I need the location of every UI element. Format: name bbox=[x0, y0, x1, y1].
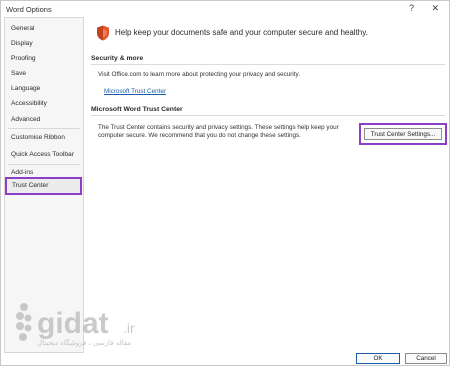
sidebar-item-general[interactable]: General bbox=[11, 25, 34, 32]
sidebar-item-accessibility[interactable]: Accessibility bbox=[11, 100, 47, 107]
sidebar-divider bbox=[8, 164, 80, 165]
sidebar-item-customise-ribbon[interactable]: Customise Ribbon bbox=[11, 134, 65, 141]
sidebar-item-save[interactable]: Save bbox=[11, 70, 26, 77]
ok-button[interactable]: OK bbox=[356, 353, 400, 364]
word-options-dialog: Word Options ? ✕ General Display Proofin… bbox=[0, 0, 450, 366]
sidebar-item-advanced[interactable]: Advanced bbox=[11, 116, 40, 123]
window-title: Word Options bbox=[6, 5, 52, 14]
trust-center-heading: Microsoft Word Trust Center bbox=[91, 106, 183, 113]
cancel-button[interactable]: Cancel bbox=[405, 353, 447, 364]
sidebar-item-add-ins[interactable]: Add-ins bbox=[11, 169, 33, 176]
microsoft-trust-center-link[interactable]: Microsoft Trust Center bbox=[104, 88, 166, 95]
trust-center-text-line2: computer secure. We recommend that you d… bbox=[98, 132, 301, 139]
sidebar-item-trust-center[interactable]: Trust Center bbox=[5, 177, 82, 195]
trust-center-settings-button[interactable]: Trust Center Settings... bbox=[364, 128, 442, 140]
security-heading: Security & more bbox=[91, 55, 144, 62]
section-divider bbox=[91, 115, 445, 116]
sidebar-item-proofing[interactable]: Proofing bbox=[11, 55, 36, 62]
sidebar-item-language[interactable]: Language bbox=[11, 85, 40, 92]
close-button[interactable]: ✕ bbox=[431, 3, 439, 14]
trust-center-panel: Help keep your documents safe and your c… bbox=[91, 17, 447, 351]
sidebar-divider bbox=[8, 128, 80, 129]
shield-icon bbox=[97, 25, 109, 41]
options-sidebar: General Display Proofing Save Language A… bbox=[4, 17, 84, 353]
sidebar-item-label: Trust Center bbox=[12, 182, 49, 189]
hero-message: Help keep your documents safe and your c… bbox=[115, 28, 368, 37]
section-divider bbox=[91, 64, 445, 65]
security-text: Visit Office.com to learn more about pro… bbox=[98, 71, 300, 78]
sidebar-item-quick-access-toolbar[interactable]: Quick Access Toolbar bbox=[11, 151, 74, 158]
trust-center-settings-highlight: Trust Center Settings... bbox=[359, 123, 447, 145]
sidebar-item-display[interactable]: Display bbox=[11, 40, 33, 47]
help-button[interactable]: ? bbox=[409, 3, 414, 13]
